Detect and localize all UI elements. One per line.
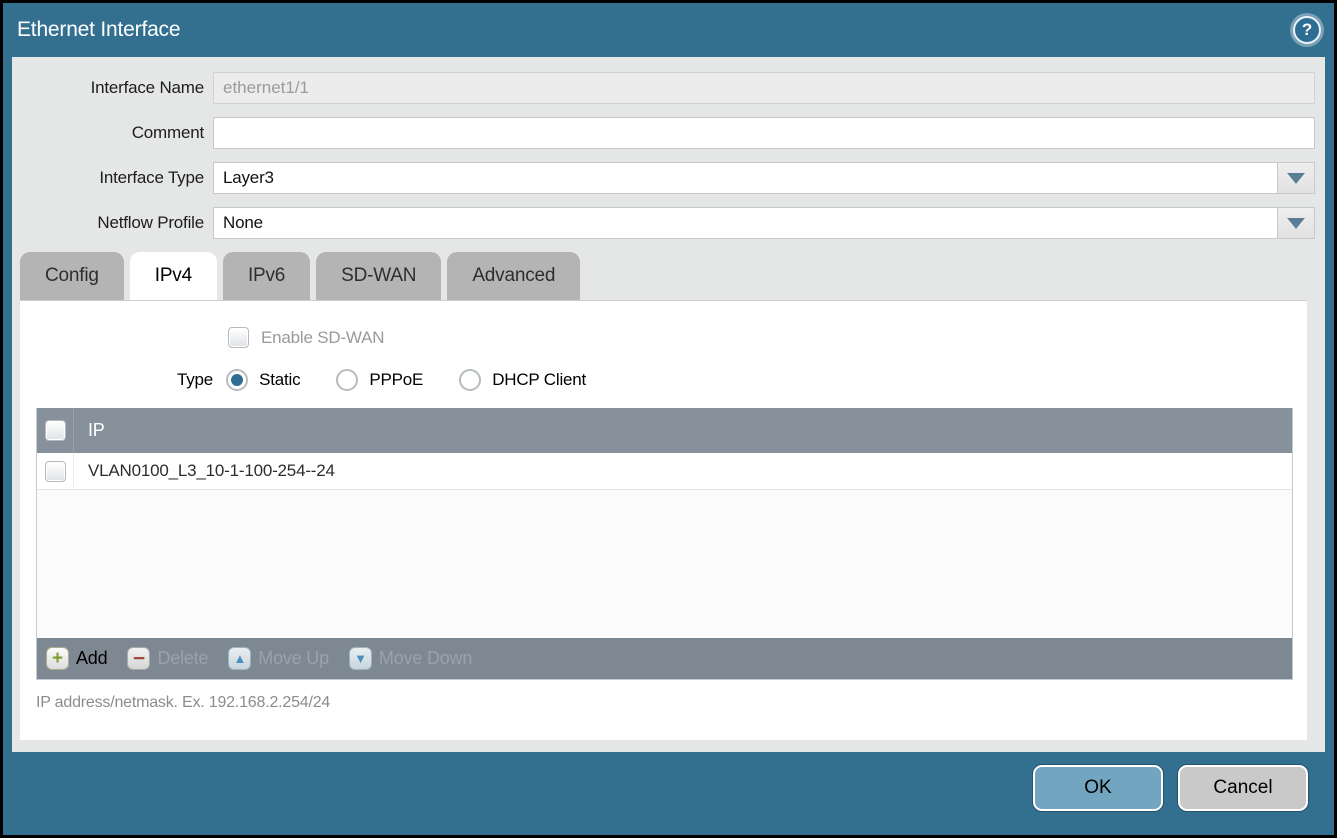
radio-option-dhcp-client-label: DHCP Client: [492, 370, 586, 390]
help-icon[interactable]: ?: [1293, 16, 1321, 44]
add-button-label: Add: [76, 648, 107, 669]
delete-button-label: Delete: [157, 648, 208, 669]
move-up-button: ▲ Move Up: [228, 647, 329, 670]
dialog-footer: OK Cancel: [3, 752, 1334, 835]
radio-unselected-icon: [459, 369, 481, 391]
radio-option-dhcp-client[interactable]: DHCP Client: [459, 369, 586, 391]
radio-unselected-icon: [336, 369, 358, 391]
table-row[interactable]: VLAN0100_L3_10-1-100-254--24: [37, 453, 1292, 490]
tab-advanced[interactable]: Advanced: [447, 252, 580, 300]
tab-ipv4[interactable]: IPv4: [130, 252, 217, 300]
move-up-button-label: Move Up: [258, 648, 329, 669]
cancel-button[interactable]: Cancel: [1178, 765, 1308, 811]
delete-icon: −: [127, 647, 150, 670]
interface-name-input: [214, 73, 1314, 103]
dialog-body: Interface Name Comment Interface Type La…: [12, 57, 1325, 752]
interface-type-dropdown-button[interactable]: [1277, 163, 1314, 193]
form-row-comment: Comment: [12, 117, 1315, 149]
enable-sdwan-label: Enable SD-WAN: [261, 328, 384, 348]
interface-type-label: Interface Type: [12, 168, 204, 188]
comment-input[interactable]: [214, 118, 1314, 148]
dialog-title: Ethernet Interface: [17, 18, 180, 42]
ipv4-tab-panel: Enable SD-WAN Type Static PPPoE DHCP Cli…: [20, 300, 1307, 740]
netflow-profile-dropdown[interactable]: None: [213, 207, 1315, 239]
radio-selected-icon: [226, 369, 248, 391]
netflow-profile-value[interactable]: None: [214, 208, 1277, 238]
ip-table-toolbar: + Add − Delete ▲ Move Up ▼: [37, 638, 1292, 679]
netflow-profile-dropdown-button[interactable]: [1277, 208, 1314, 238]
radio-option-pppoe-label: PPPoE: [369, 370, 423, 390]
interface-type-dropdown[interactable]: Layer3: [213, 162, 1315, 194]
select-all-checkbox[interactable]: [45, 420, 66, 441]
interface-name-label: Interface Name: [12, 78, 204, 98]
row-checkbox[interactable]: [45, 461, 66, 482]
tab-sdwan[interactable]: SD-WAN: [316, 252, 441, 300]
table-empty-area: [37, 490, 1292, 638]
add-icon: +: [46, 647, 69, 670]
enable-sdwan-row: Enable SD-WAN: [228, 327, 1307, 348]
ip-table-header: IP: [37, 408, 1292, 453]
ip-format-hint: IP address/netmask. Ex. 192.168.2.254/24: [36, 694, 1307, 712]
delete-button: − Delete: [127, 647, 208, 670]
tab-ipv6[interactable]: IPv6: [223, 252, 310, 300]
interface-name-field: [213, 72, 1315, 104]
form-row-interface-name: Interface Name: [12, 72, 1315, 104]
row-checkbox-cell: [37, 453, 74, 489]
type-radio-group: Type Static PPPoE DHCP Client: [177, 369, 1307, 391]
chevron-down-icon: [1287, 218, 1305, 229]
radio-option-pppoe[interactable]: PPPoE: [336, 369, 423, 391]
move-down-button: ▼ Move Down: [349, 647, 472, 670]
ip-column-header: IP: [74, 408, 105, 453]
form-row-netflow-profile: Netflow Profile None: [12, 207, 1315, 239]
dialog-frame: Ethernet Interface ? Interface Name Comm…: [3, 3, 1334, 835]
type-label: Type: [177, 370, 213, 390]
tab-config[interactable]: Config: [20, 252, 124, 300]
comment-label: Comment: [12, 123, 204, 143]
help-icon-glyph: ?: [1302, 20, 1312, 40]
interface-type-value[interactable]: Layer3: [214, 163, 1277, 193]
chevron-down-icon: [1287, 173, 1305, 184]
radio-option-static-label: Static: [259, 370, 300, 390]
tab-bar: Config IPv4 IPv6 SD-WAN Advanced: [20, 252, 1315, 300]
enable-sdwan-checkbox: [228, 327, 249, 348]
move-down-icon: ▼: [349, 647, 372, 670]
ip-table: IP VLAN0100_L3_10-1-100-254--24 + Add: [36, 408, 1293, 680]
ok-button[interactable]: OK: [1033, 765, 1163, 811]
radio-option-static[interactable]: Static: [226, 369, 300, 391]
ethernet-interface-dialog: Ethernet Interface ? Interface Name Comm…: [0, 0, 1337, 838]
add-button[interactable]: + Add: [46, 647, 107, 670]
comment-field: [213, 117, 1315, 149]
form-row-interface-type: Interface Type Layer3: [12, 162, 1315, 194]
move-down-button-label: Move Down: [379, 648, 472, 669]
select-all-cell: [37, 408, 74, 453]
ip-cell-value: VLAN0100_L3_10-1-100-254--24: [74, 453, 335, 489]
dialog-titlebar: Ethernet Interface ?: [3, 3, 1334, 57]
netflow-profile-label: Netflow Profile: [12, 213, 204, 233]
move-up-icon: ▲: [228, 647, 251, 670]
